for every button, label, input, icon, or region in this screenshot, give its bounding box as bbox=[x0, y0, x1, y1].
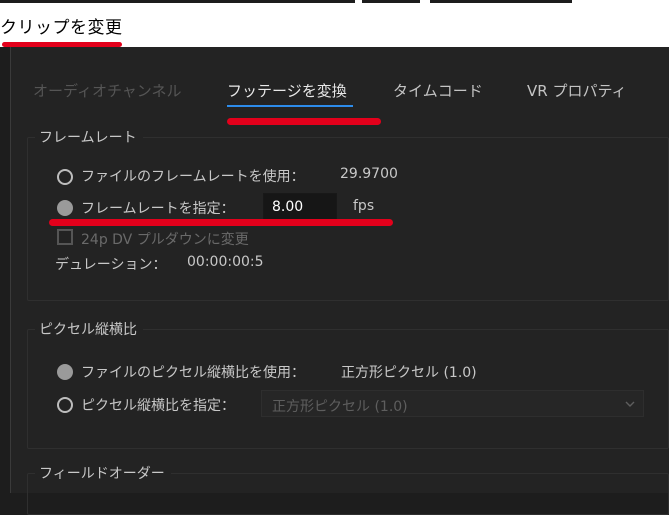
tab-vr-properties[interactable]: VR プロパティ bbox=[527, 80, 627, 101]
duration-label: デュレーション： bbox=[55, 257, 167, 273]
use-file-pixel-aspect-radio[interactable] bbox=[57, 364, 73, 380]
title-bar: クリップを変更 bbox=[0, 3, 669, 47]
tab-interpret-footage[interactable]: フッテージを変換 bbox=[227, 80, 347, 101]
window-title: クリップを変更 bbox=[0, 18, 123, 38]
pixel-aspect-select-value: 正方形ピクセル (1.0) bbox=[272, 399, 408, 415]
frame-rate-legend: フレームレート bbox=[35, 127, 143, 147]
file-frame-rate-value: 29.9700 bbox=[340, 166, 398, 182]
use-file-frame-rate-radio[interactable] bbox=[57, 169, 73, 185]
tab-annotation-underline bbox=[227, 118, 381, 125]
use-file-pixel-aspect-label: ファイルのピクセル縦横比を使用： bbox=[81, 365, 305, 381]
modify-clip-dialog: オーディオチャンネル フッテージを変換 タイムコード VR プロパティ フレーム… bbox=[10, 47, 669, 515]
frame-rate-annotation-underline bbox=[49, 219, 393, 226]
pixel-aspect-group bbox=[27, 329, 669, 449]
active-tab-indicator bbox=[227, 105, 353, 107]
pulldown-checkbox[interactable] bbox=[57, 229, 73, 245]
tab-timecode[interactable]: タイムコード bbox=[393, 80, 483, 101]
pixel-aspect-select[interactable]: 正方形ピクセル (1.0) bbox=[261, 390, 644, 417]
field-order-legend: フィールドオーダー bbox=[35, 463, 171, 483]
chevron-down-icon bbox=[625, 401, 635, 407]
tab-audio-channels: オーディオチャンネル bbox=[33, 82, 182, 100]
file-pixel-aspect-value: 正方形ピクセル (1.0) bbox=[341, 365, 477, 381]
assume-frame-rate-label: フレームレートを指定： bbox=[81, 201, 235, 217]
conform-pixel-aspect-radio[interactable] bbox=[57, 397, 73, 413]
tab-bar: オーディオチャンネル フッテージを変換 タイムコード VR プロパティ bbox=[11, 47, 669, 100]
use-file-frame-rate-label: ファイルのフレームレートを使用： bbox=[81, 169, 305, 185]
duration-value: 00:00:00:5 bbox=[187, 254, 264, 270]
pulldown-label: 24p DV プルダウンに変更 bbox=[81, 232, 249, 248]
frame-rate-input[interactable]: 8.00 bbox=[263, 193, 337, 221]
conform-pixel-aspect-label: ピクセル縦横比を指定： bbox=[81, 398, 235, 414]
pixel-aspect-legend: ピクセル縦横比 bbox=[35, 319, 143, 339]
fps-unit-label: fps bbox=[353, 198, 375, 214]
assume-frame-rate-radio[interactable] bbox=[57, 200, 73, 216]
